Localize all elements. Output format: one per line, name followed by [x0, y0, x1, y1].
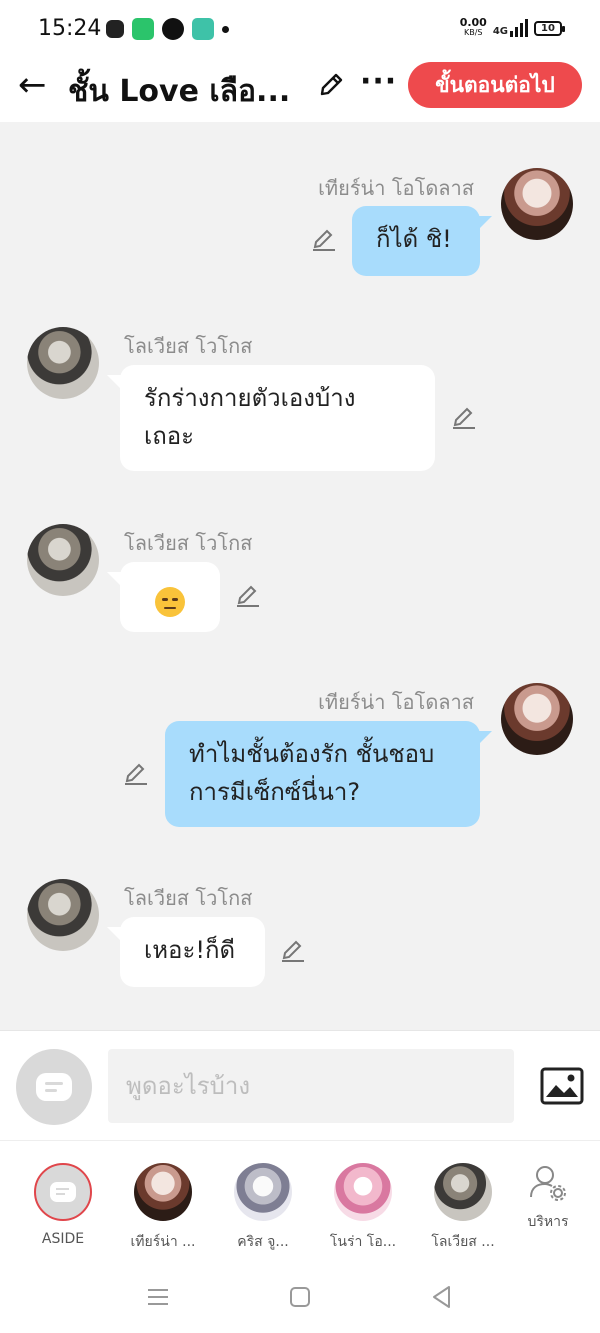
avatar-lovias[interactable]: [27, 879, 99, 951]
chat-area[interactable]: เทียร์น่า โอโดลาส ก็ได้ ชิ! โลเวียส โวโก…: [0, 122, 600, 1030]
bubble-tail: [107, 375, 121, 389]
status-right: 0.00 KB/S 4G 10: [459, 16, 565, 38]
switcher-chris[interactable]: คริส จู...: [217, 1163, 309, 1253]
sender-name: เทียร์น่า โอโดลาส: [318, 690, 474, 714]
switcher-manage[interactable]: บริหาร: [502, 1163, 594, 1233]
switcher-nora[interactable]: โนร่า โอ...: [317, 1163, 409, 1253]
switcher-tiana[interactable]: เทียร์น่า ...: [117, 1163, 209, 1253]
bubble-tail: [478, 216, 492, 230]
menu-icon[interactable]: [145, 1284, 171, 1310]
aside-chat-button[interactable]: [16, 1049, 92, 1125]
story-title: ชั้น Love เลือ...: [68, 74, 291, 109]
edit-message-pencil-icon[interactable]: [310, 226, 338, 254]
signal-icon: 4G: [493, 19, 528, 37]
composer-bar: [0, 1030, 600, 1140]
avatar-chris: [234, 1163, 292, 1221]
message-bubble[interactable]: ทำไมชั้นต้องรัก ชั้นชอบ การมีเซ็กซ์นี่นา…: [165, 721, 480, 827]
next-step-button[interactable]: ขั้นตอนต่อไป: [408, 62, 582, 108]
edit-title-pencil-icon[interactable]: [316, 70, 346, 100]
back-arrow-icon[interactable]: ←: [18, 68, 54, 104]
message-bubble[interactable]: ก็ได้ ชิ!: [352, 206, 480, 276]
avatar-lovias[interactable]: [27, 327, 99, 399]
unamused-face-icon: [155, 587, 185, 617]
phone-app-icon: [132, 18, 154, 40]
more-options-icon[interactable]: ···: [360, 64, 397, 99]
message-input[interactable]: [108, 1049, 514, 1123]
manage-person-gear-icon: [530, 1166, 566, 1201]
avatar-lovias[interactable]: [27, 524, 99, 596]
avatar-nora: [334, 1163, 392, 1221]
message-bubble[interactable]: รักร่างกายตัวเองบ้าง เถอะ: [120, 365, 435, 471]
message-bubble[interactable]: เหอะ!ก็ดี: [120, 917, 265, 987]
line-app-icon: [162, 18, 184, 40]
system-nav-bar: [0, 1262, 600, 1333]
edit-message-pencil-icon[interactable]: [279, 937, 307, 965]
notification-icons: [106, 18, 229, 40]
avatar-lovias: [434, 1163, 492, 1221]
home-square-icon[interactable]: [287, 1284, 313, 1310]
sender-name: โลเวียส โวโกส: [124, 886, 253, 910]
bubble-tail: [478, 731, 492, 745]
robot-icon: [106, 20, 124, 38]
avatar-tiana[interactable]: [501, 168, 573, 240]
edit-message-pencil-icon[interactable]: [122, 760, 150, 788]
switcher-aside[interactable]: ASIDE: [17, 1163, 109, 1247]
message-bubble[interactable]: [120, 562, 220, 632]
sender-name: โลเวียส โวโกส: [124, 531, 253, 555]
chat-header: ← ชั้น Love เลือ... ··· ขั้นตอนต่อไป: [0, 60, 600, 122]
sender-name: โลเวียส โวโกส: [124, 334, 253, 358]
bubble-tail: [107, 572, 121, 586]
status-time: 15:24: [38, 16, 102, 41]
character-switcher: ASIDE เทียร์น่า ... คริส จู... โนร่า โอ.…: [0, 1140, 600, 1262]
avatar-tiana: [134, 1163, 192, 1221]
battery-icon: 10: [534, 20, 565, 36]
avatar-tiana[interactable]: [501, 683, 573, 755]
edit-message-pencil-icon[interactable]: [234, 582, 262, 610]
chat-app-icon: [192, 18, 214, 40]
back-triangle-icon[interactable]: [429, 1284, 455, 1310]
aside-icon: [34, 1163, 92, 1221]
net-speed: 0.00 KB/S: [459, 16, 487, 37]
sender-name: เทียร์น่า โอโดลาส: [318, 176, 474, 200]
image-icon[interactable]: [540, 1067, 584, 1105]
edit-message-pencil-icon[interactable]: [450, 404, 478, 432]
more-notifications-dot: [222, 25, 229, 33]
switcher-lovias[interactable]: โลเวียส ...: [417, 1163, 509, 1253]
status-bar: 15:24 0.00 KB/S 4G 10: [0, 0, 600, 60]
bubble-tail: [107, 927, 121, 941]
chat-bubble-icon: [36, 1073, 72, 1101]
